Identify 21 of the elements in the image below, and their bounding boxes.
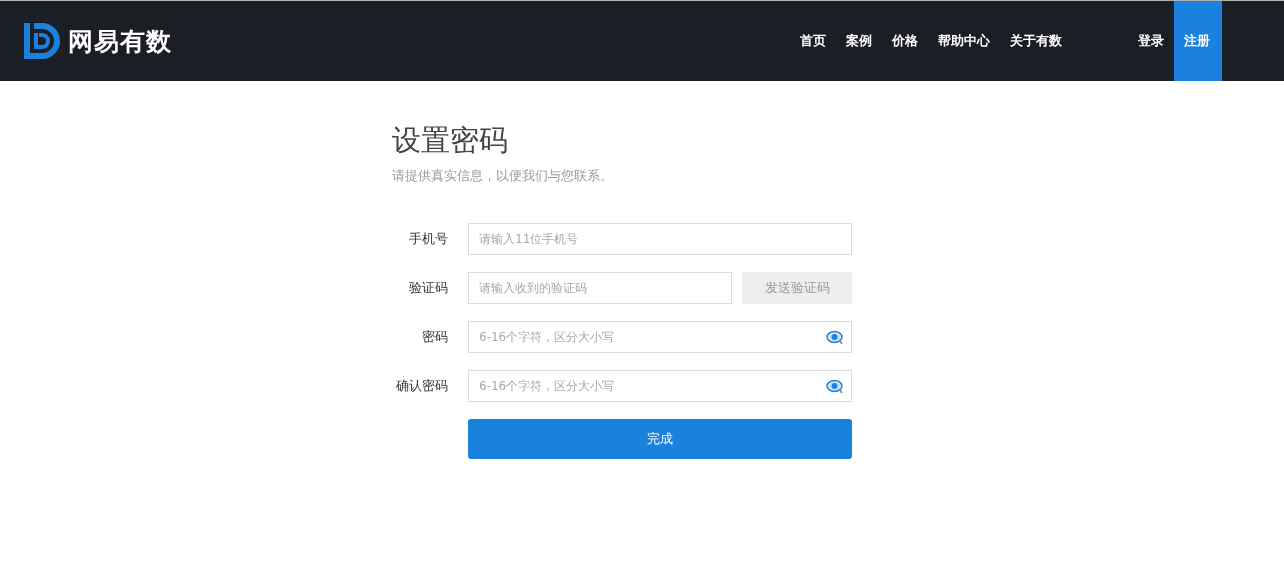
page-subtitle: 请提供真实信息，以便我们与您联系。: [392, 167, 614, 185]
field-label: 验证码: [408, 279, 448, 297]
eye-icon[interactable]: [826, 378, 844, 394]
field-label: 密码: [421, 328, 448, 346]
nav-link[interactable]: 案例: [846, 32, 872, 50]
password-field[interactable]: 6-16个字符，区分大小写: [468, 370, 852, 402]
nav-link[interactable]: 关于有数: [1010, 32, 1062, 50]
nav-link[interactable]: 帮助中心: [938, 32, 990, 50]
brand-name: 网易有数: [68, 25, 172, 58]
field-label: 确认密码: [395, 377, 448, 395]
field-label: 手机号: [408, 230, 448, 248]
login-link[interactable]: 登录: [1128, 1, 1174, 81]
eye-icon[interactable]: [826, 329, 844, 345]
nav-link[interactable]: 价格: [892, 32, 918, 50]
nav-link[interactable]: 首页: [800, 32, 826, 50]
password-field[interactable]: 6-16个字符，区分大小写: [468, 321, 852, 353]
register-button[interactable]: 注册: [1174, 1, 1222, 81]
input-field[interactable]: 请输入11位手机号: [468, 223, 852, 255]
logo-icon: [22, 21, 62, 61]
page-title: 设置密码: [392, 122, 509, 159]
submit-button[interactable]: 完成: [468, 419, 852, 459]
